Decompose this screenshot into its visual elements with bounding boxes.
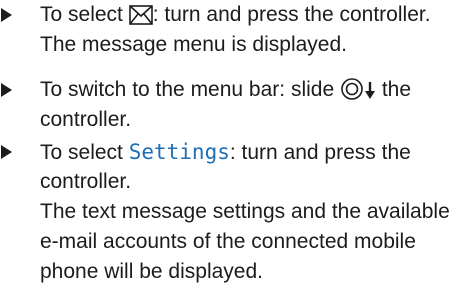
step-2-line-1: To switch to the menu bar: slide the [0,75,465,105]
step-1-text-before: To select [40,3,129,26]
instruction-document: To select : turn and press the controlle… [0,0,465,283]
controller-icon [340,78,364,109]
step-2-text-after: the [375,78,412,101]
step-3-line-1: To select Settings: turn and press the [0,137,465,167]
step-1-line-1: To select : turn and press the controlle… [0,0,465,30]
step-1-text-after: : turn and press the controller. [152,3,431,26]
step-3-line-5: phone will be displayed. [40,260,263,283]
step-1-line-2: The message menu is displayed. [40,33,347,56]
settings-menu-item-name: Settings [128,140,230,164]
step-3-line-4: e-mail accounts of the connected mobile [40,230,416,253]
bullet-arrow-icon [1,8,12,22]
envelope-icon [128,4,153,34]
instruction-step-2: To switch to the menu bar: slide the con… [0,75,465,135]
step-3-text-after: : turn and press the [229,141,411,164]
step-2-text-before: To switch to the menu bar: slide [40,78,340,101]
step-3-line-3: The text message settings and the availa… [40,200,450,223]
instruction-step-3: To select Settings: turn and press the c… [0,137,465,287]
step-3-line-2: controller. [40,170,132,193]
step-2-line-2: controller. [40,108,132,131]
bullet-arrow-icon [1,83,12,97]
bullet-arrow-icon [1,145,12,159]
step-3-text-before: To select [40,141,129,164]
instruction-step-1: To select : turn and press the controlle… [0,0,465,60]
arrow-down-icon [364,79,376,109]
